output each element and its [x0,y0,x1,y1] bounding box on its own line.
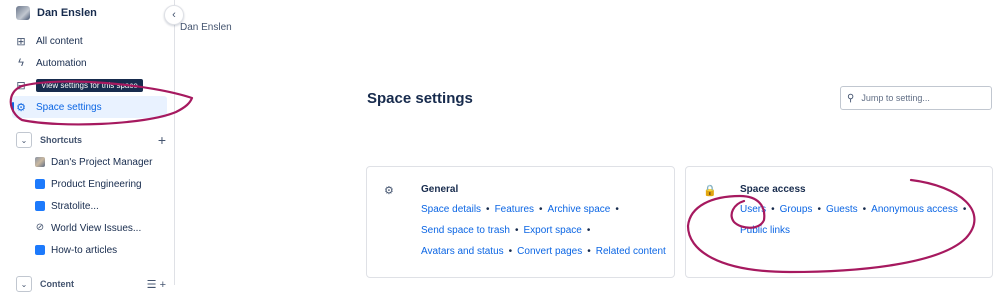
shortcut-item[interactable]: How-to articles [35,241,165,259]
tooltip: View settings for this space [36,79,143,92]
link-row: Public links [740,225,790,236]
shortcut-item[interactable]: ⊘ World View Issues... [35,219,165,237]
lock-icon: 🔒 [703,185,717,197]
space-name: Dan Enslen [37,7,97,19]
shortcut-item[interactable]: Dan's Project Manager [35,153,165,171]
groups-link[interactable]: Groups [780,204,813,215]
shortcut-item[interactable]: Stratolite... [35,197,165,215]
selected-indicator [12,102,14,112]
separator: • [962,204,967,215]
blue-square-icon [35,201,45,211]
add-shortcut-icon[interactable]: + [158,132,166,148]
space-header[interactable]: Dan Enslen [16,6,97,20]
shortcut-label: Product Engineering [51,178,142,190]
shortcut-label: Stratolite... [51,200,99,212]
content-title: Content [40,279,74,289]
general-card: ⚙ General Space details • Features • Archive… [366,166,675,278]
search-field[interactable]: ⚲ [840,86,992,110]
sidebar-item-all-content[interactable]: ⊞ All content [16,31,164,51]
separator: • [587,246,591,257]
shortcut-label: World View Issues... [51,222,142,234]
shortcut-label: How-to articles [51,244,118,256]
link-icon: ⊘ [35,222,45,233]
sidebar-item-label: Space settings [36,101,102,113]
space-access-card: 🔒 Space access Users • Groups • Guests • Anony… [685,166,993,278]
search-input[interactable] [861,93,972,103]
separator: • [486,204,490,215]
page-icon: ⊟ [16,79,26,92]
separator: • [586,225,591,236]
blue-square-icon [35,245,45,255]
person-photo-icon [35,157,45,167]
anonymous-access-link[interactable]: Anonymous access [871,204,958,215]
separator: • [539,204,543,215]
breadcrumb[interactable]: Dan Enslen [180,22,232,33]
content-header[interactable]: ⌄ Content ☰ + [16,276,166,292]
export-space-link[interactable]: Export space [523,225,581,236]
link-row: Users • Groups • Guests • Anonymous access • [740,204,971,215]
shortcuts-title: Shortcuts [40,135,83,145]
shortcut-item[interactable]: Product Engineering [35,175,165,193]
separator: • [508,246,513,257]
send-to-trash-link[interactable]: Send space to trash [421,225,510,236]
link-row: Send space to trash • Export space • [421,225,595,236]
archive-space-link[interactable]: Archive space [548,204,611,215]
features-link[interactable]: Features [495,204,534,215]
sidebar-item-label: Automation [36,57,87,69]
avatars-status-link[interactable]: Avatars and status [421,246,504,257]
page-title: Space settings [367,90,473,107]
chevron-left-icon: ‹ [172,9,176,21]
link-row: Space details • Features • Archive space • [421,204,624,215]
sidebar-item-label: All content [36,35,83,47]
lightning-icon: ϟ [18,57,24,69]
gear-icon: ⚙ [16,101,26,114]
users-link[interactable]: Users [740,204,766,215]
separator: • [771,204,775,215]
related-content-link[interactable]: Related content [596,246,666,257]
sidebar-item-space-settings[interactable]: ⚙ Space settings [16,97,164,117]
space-avatar [16,6,30,20]
blue-square-icon [35,179,45,189]
shortcut-label: Dan's Project Manager [51,156,153,168]
guests-link[interactable]: Guests [826,204,858,215]
sidebar-item-automation[interactable]: ϟ Automation [16,53,164,73]
chevron-down-icon[interactable]: ⌄ [16,132,32,148]
add-content-icon[interactable]: ☰ + [147,278,166,291]
link-row: Avatars and status • Convert pages • Related… [421,246,666,257]
grid-icon: ⊞ [16,35,26,48]
chevron-down-icon[interactable]: ⌄ [16,276,32,292]
gear-icon: ⚙ [384,185,394,197]
public-links-link[interactable]: Public links [740,225,790,236]
card-title: General [421,184,459,195]
convert-pages-link[interactable]: Convert pages [517,246,582,257]
separator: • [862,204,867,215]
separator: • [514,225,519,236]
separator: • [817,204,821,215]
card-title: Space access [740,184,806,195]
collapse-sidebar-button[interactable]: ‹ [164,5,184,25]
space-details-link[interactable]: Space details [421,204,481,215]
separator: • [615,204,619,215]
search-icon: ⚲ [847,92,855,104]
sidebar: Dan Enslen ⊞ All content ϟ Automation ⊟ … [0,0,175,292]
shortcuts-header[interactable]: ⌄ Shortcuts + [16,132,166,148]
